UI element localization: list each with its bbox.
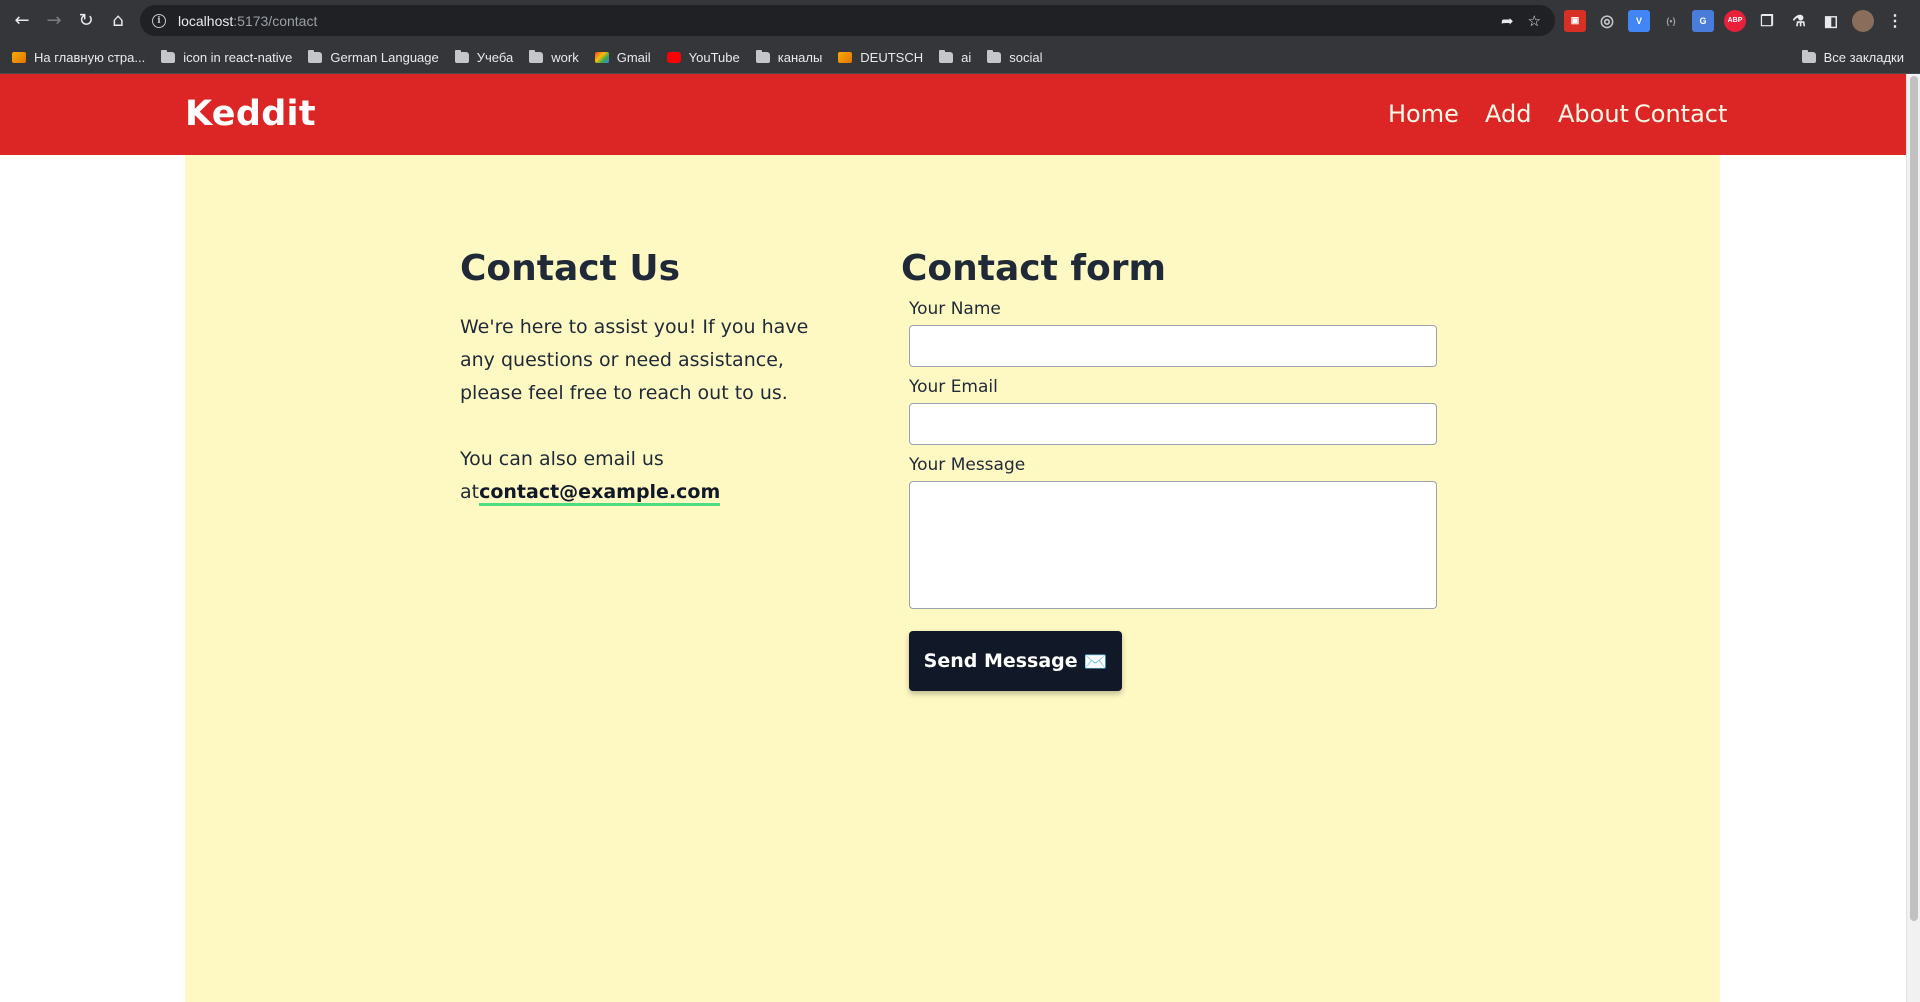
folder-icon	[454, 49, 469, 63]
extensions-bar: ▣ ◎ V (•) G ABP ❐ ⚗ ◧ ⋮	[1564, 5, 1906, 36]
page-viewport: Keddit Home Add About Contact Contact Us…	[0, 74, 1906, 1002]
forward-icon[interactable]: →	[38, 4, 70, 36]
bookmark-label: ai	[961, 49, 972, 65]
site-logo[interactable]: Keddit	[185, 94, 316, 134]
browser-toolbar: ← → ↻ ⌂ i localhost:5173/contact ➦ ☆ ▣ ◎…	[0, 0, 1920, 41]
nav-contact[interactable]: Contact	[1634, 100, 1727, 128]
contact-info: Contact Us We're here to assist you! If …	[460, 248, 820, 509]
folder-icon	[529, 49, 544, 63]
youtube-icon	[666, 51, 681, 63]
name-field-group: Your Name	[909, 299, 1441, 367]
main-content: Contact Us We're here to assist you! If …	[185, 155, 1720, 1002]
message-field-group: Your Message	[909, 455, 1441, 609]
page-scrollbar[interactable]	[1906, 74, 1920, 1002]
puzzle-icon[interactable]: ❐	[1756, 10, 1778, 32]
flask-icon[interactable]: ⚗	[1788, 10, 1810, 32]
folder-icon	[987, 49, 1002, 63]
sidepanel-icon[interactable]: ◧	[1820, 10, 1842, 32]
bookmark-item[interactable]: social	[979, 45, 1050, 69]
bookmark-item[interactable]: German Language	[300, 45, 446, 69]
email-link[interactable]: contact@example.com	[479, 481, 721, 506]
all-bookmarks[interactable]: Все закладки	[1794, 45, 1912, 69]
all-bookmarks-label: Все закладки	[1823, 49, 1904, 65]
bookmark-label: DEUTSCH	[860, 49, 924, 65]
bookmark-item[interactable]: icon in react-native	[153, 45, 300, 69]
name-input[interactable]	[909, 325, 1437, 367]
bookmark-item[interactable]: Gmail	[587, 45, 659, 69]
send-message-button[interactable]: Send Message ✉️	[909, 631, 1122, 691]
email-line: You can also email us atcontact@example.…	[460, 443, 820, 509]
name-label: Your Name	[909, 299, 1001, 319]
home-icon[interactable]: ⌂	[102, 4, 134, 36]
bookmark-item[interactable]: work	[521, 45, 586, 69]
extension-target-icon[interactable]: ◎	[1596, 10, 1618, 32]
bookmark-label: каналы	[777, 49, 823, 65]
adblock-icon[interactable]: ABP	[1724, 9, 1746, 32]
bookmark-label: Учеба	[476, 49, 514, 65]
bookmarks-bar: На главную стра... icon in react-native Ge…	[0, 41, 1920, 74]
site-icon	[838, 51, 853, 63]
translate-icon[interactable]: G	[1692, 9, 1714, 32]
bookmark-label: На главную стра...	[34, 49, 146, 65]
folder-icon	[161, 49, 176, 63]
form-title: Contact form	[901, 248, 1167, 289]
email-label: Your Email	[909, 377, 998, 397]
bookmark-item[interactable]: YouTube	[659, 45, 748, 69]
bookmark-item[interactable]: На главную стра...	[4, 45, 153, 69]
menu-kebab-icon[interactable]: ⋮	[1884, 10, 1906, 32]
envelope-icon: ✉️	[1083, 650, 1108, 673]
extension-v-icon[interactable]: V	[1628, 9, 1650, 32]
folder-icon	[755, 49, 770, 63]
scrollbar-thumb[interactable]	[1910, 76, 1918, 921]
email-input[interactable]	[909, 403, 1437, 445]
bookmark-label: German Language	[330, 49, 439, 65]
send-message-label: Send Message	[923, 650, 1078, 672]
extension-red-icon[interactable]: ▣	[1564, 9, 1586, 32]
site-icon	[12, 51, 26, 63]
gmail-icon	[594, 51, 609, 63]
bookmark-item[interactable]: ai	[931, 45, 979, 69]
bookmark-item[interactable]: DEUTSCH	[830, 45, 931, 69]
bookmark-star-icon[interactable]: ☆	[1528, 12, 1541, 30]
bookmark-label: social	[1009, 49, 1043, 65]
contact-title: Contact Us	[460, 248, 681, 289]
contact-form: Contact form Your Name Your Email Your M…	[901, 248, 1441, 691]
nav-add[interactable]: Add	[1485, 100, 1531, 128]
folder-icon	[1801, 49, 1816, 63]
info-icon[interactable]: i	[152, 13, 166, 28]
message-label: Your Message	[909, 455, 1026, 475]
folder-icon	[939, 49, 954, 63]
nav-home[interactable]: Home	[1388, 100, 1459, 128]
bookmark-label: work	[551, 49, 579, 65]
site-header: Keddit Home Add About Contact	[0, 74, 1906, 155]
reload-icon[interactable]: ↻	[70, 4, 102, 36]
contact-intro: We're here to assist you! If you have an…	[460, 316, 809, 404]
folder-icon	[308, 49, 323, 63]
bookmark-item[interactable]: каналы	[748, 45, 831, 69]
bookmark-label: Gmail	[616, 49, 651, 65]
message-textarea[interactable]	[909, 481, 1437, 609]
bookmark-label: YouTube	[688, 49, 740, 65]
address-bar[interactable]: i localhost:5173/contact ➦ ☆	[140, 5, 1555, 36]
avatar[interactable]	[1852, 9, 1874, 32]
back-icon[interactable]: ←	[6, 4, 38, 36]
extension-signal-icon[interactable]: (•)	[1660, 10, 1682, 32]
email-field-group: Your Email	[909, 377, 1441, 445]
bookmark-label: icon in react-native	[183, 49, 293, 65]
bookmark-item[interactable]: Учеба	[447, 45, 522, 69]
url-text[interactable]: localhost:5173/contact	[178, 13, 317, 29]
share-icon[interactable]: ➦	[1501, 12, 1514, 30]
nav-about[interactable]: About	[1558, 100, 1629, 128]
